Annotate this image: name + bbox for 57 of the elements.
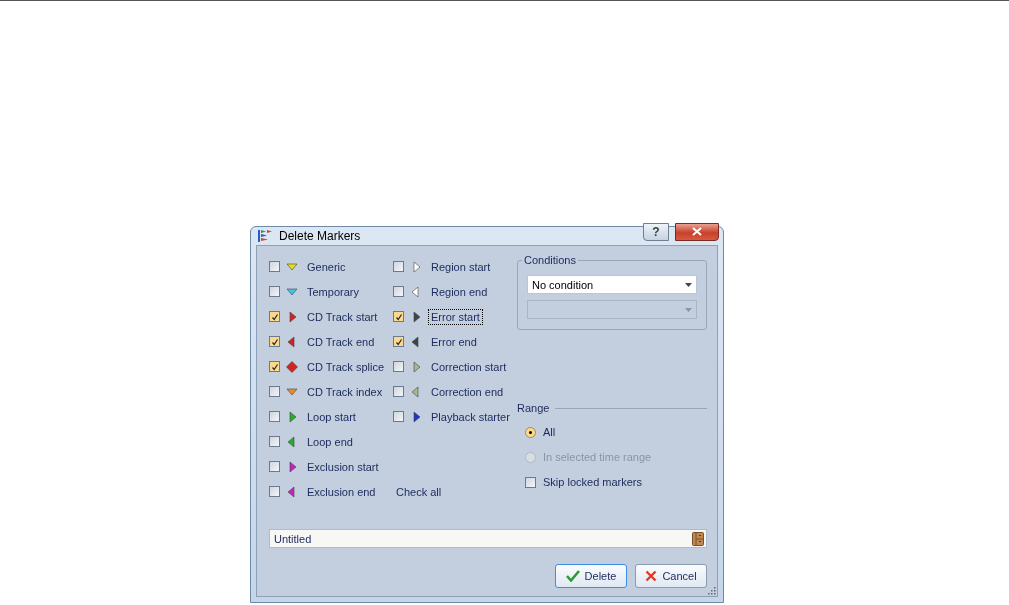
checkbox[interactable] [393,311,404,322]
checkmark-icon [565,570,580,582]
resize-grip-icon [706,585,716,595]
checkbox-label: Skip locked markers [542,475,644,490]
app-icon [257,229,273,243]
checkbox[interactable] [393,261,404,272]
checkbox[interactable] [269,361,280,372]
radio-label: All [542,425,557,440]
checkbox-label: Exclusion start [306,459,380,475]
checkbox-label: Error start [428,308,483,325]
checkbox[interactable] [269,461,280,472]
checkbox-label: Correction end [430,384,505,400]
checkbox-label: Loop start [306,409,357,425]
section-title: Range [517,402,550,414]
checkbox-label: Region start [430,259,492,275]
checkbox-label: CD Track end [306,334,376,350]
checkbox[interactable] [269,336,280,347]
cancel-button[interactable]: Cancel [635,564,707,588]
checkbox-label: CD Track splice [306,359,386,375]
checkbox-label: Playback starter [430,409,511,425]
checkbox[interactable] [269,436,280,447]
checkbox[interactable] [525,476,536,488]
checkbox[interactable] [269,311,280,322]
checkbox-label: Generic [306,259,347,275]
checkbox[interactable] [393,411,404,422]
checkbox-label: Temporary [306,284,360,300]
checkbox[interactable] [269,411,280,422]
checkbox[interactable] [269,261,280,272]
checkbox-label: Correction start [430,359,508,375]
name-field[interactable]: Untitled [269,529,707,548]
radio-button[interactable] [525,426,536,438]
checkbox[interactable] [393,286,404,297]
checkbox-label: CD Track start [306,309,379,325]
delete-button[interactable]: Delete [555,564,627,588]
window-title: Delete Markers [279,229,362,243]
check-all-link[interactable]: Check all [396,485,513,498]
close-button[interactable] [675,222,719,241]
caret-icon [685,307,692,312]
dropdown[interactable]: No condition [527,275,697,294]
checkbox[interactable] [393,386,404,397]
help-button[interactable]: ? [643,222,669,241]
checkbox[interactable] [393,361,404,372]
group-title: Conditions [522,254,578,266]
close-icon [692,227,702,236]
caret-icon [685,282,692,287]
checkbox-label: CD Track index [306,384,384,400]
checkbox-label: Exclusion end [306,484,377,500]
close-icon [645,570,658,582]
cabinet-icon [692,531,704,546]
checkbox[interactable] [269,486,280,497]
checkbox[interactable] [269,386,280,397]
checkbox[interactable] [269,286,280,297]
checkbox-label: Region end [430,284,489,300]
radio-label: In selected time range [542,450,653,465]
checkbox-label: Loop end [306,434,354,450]
checkbox-label: Error end [430,334,478,350]
checkbox[interactable] [393,336,404,347]
